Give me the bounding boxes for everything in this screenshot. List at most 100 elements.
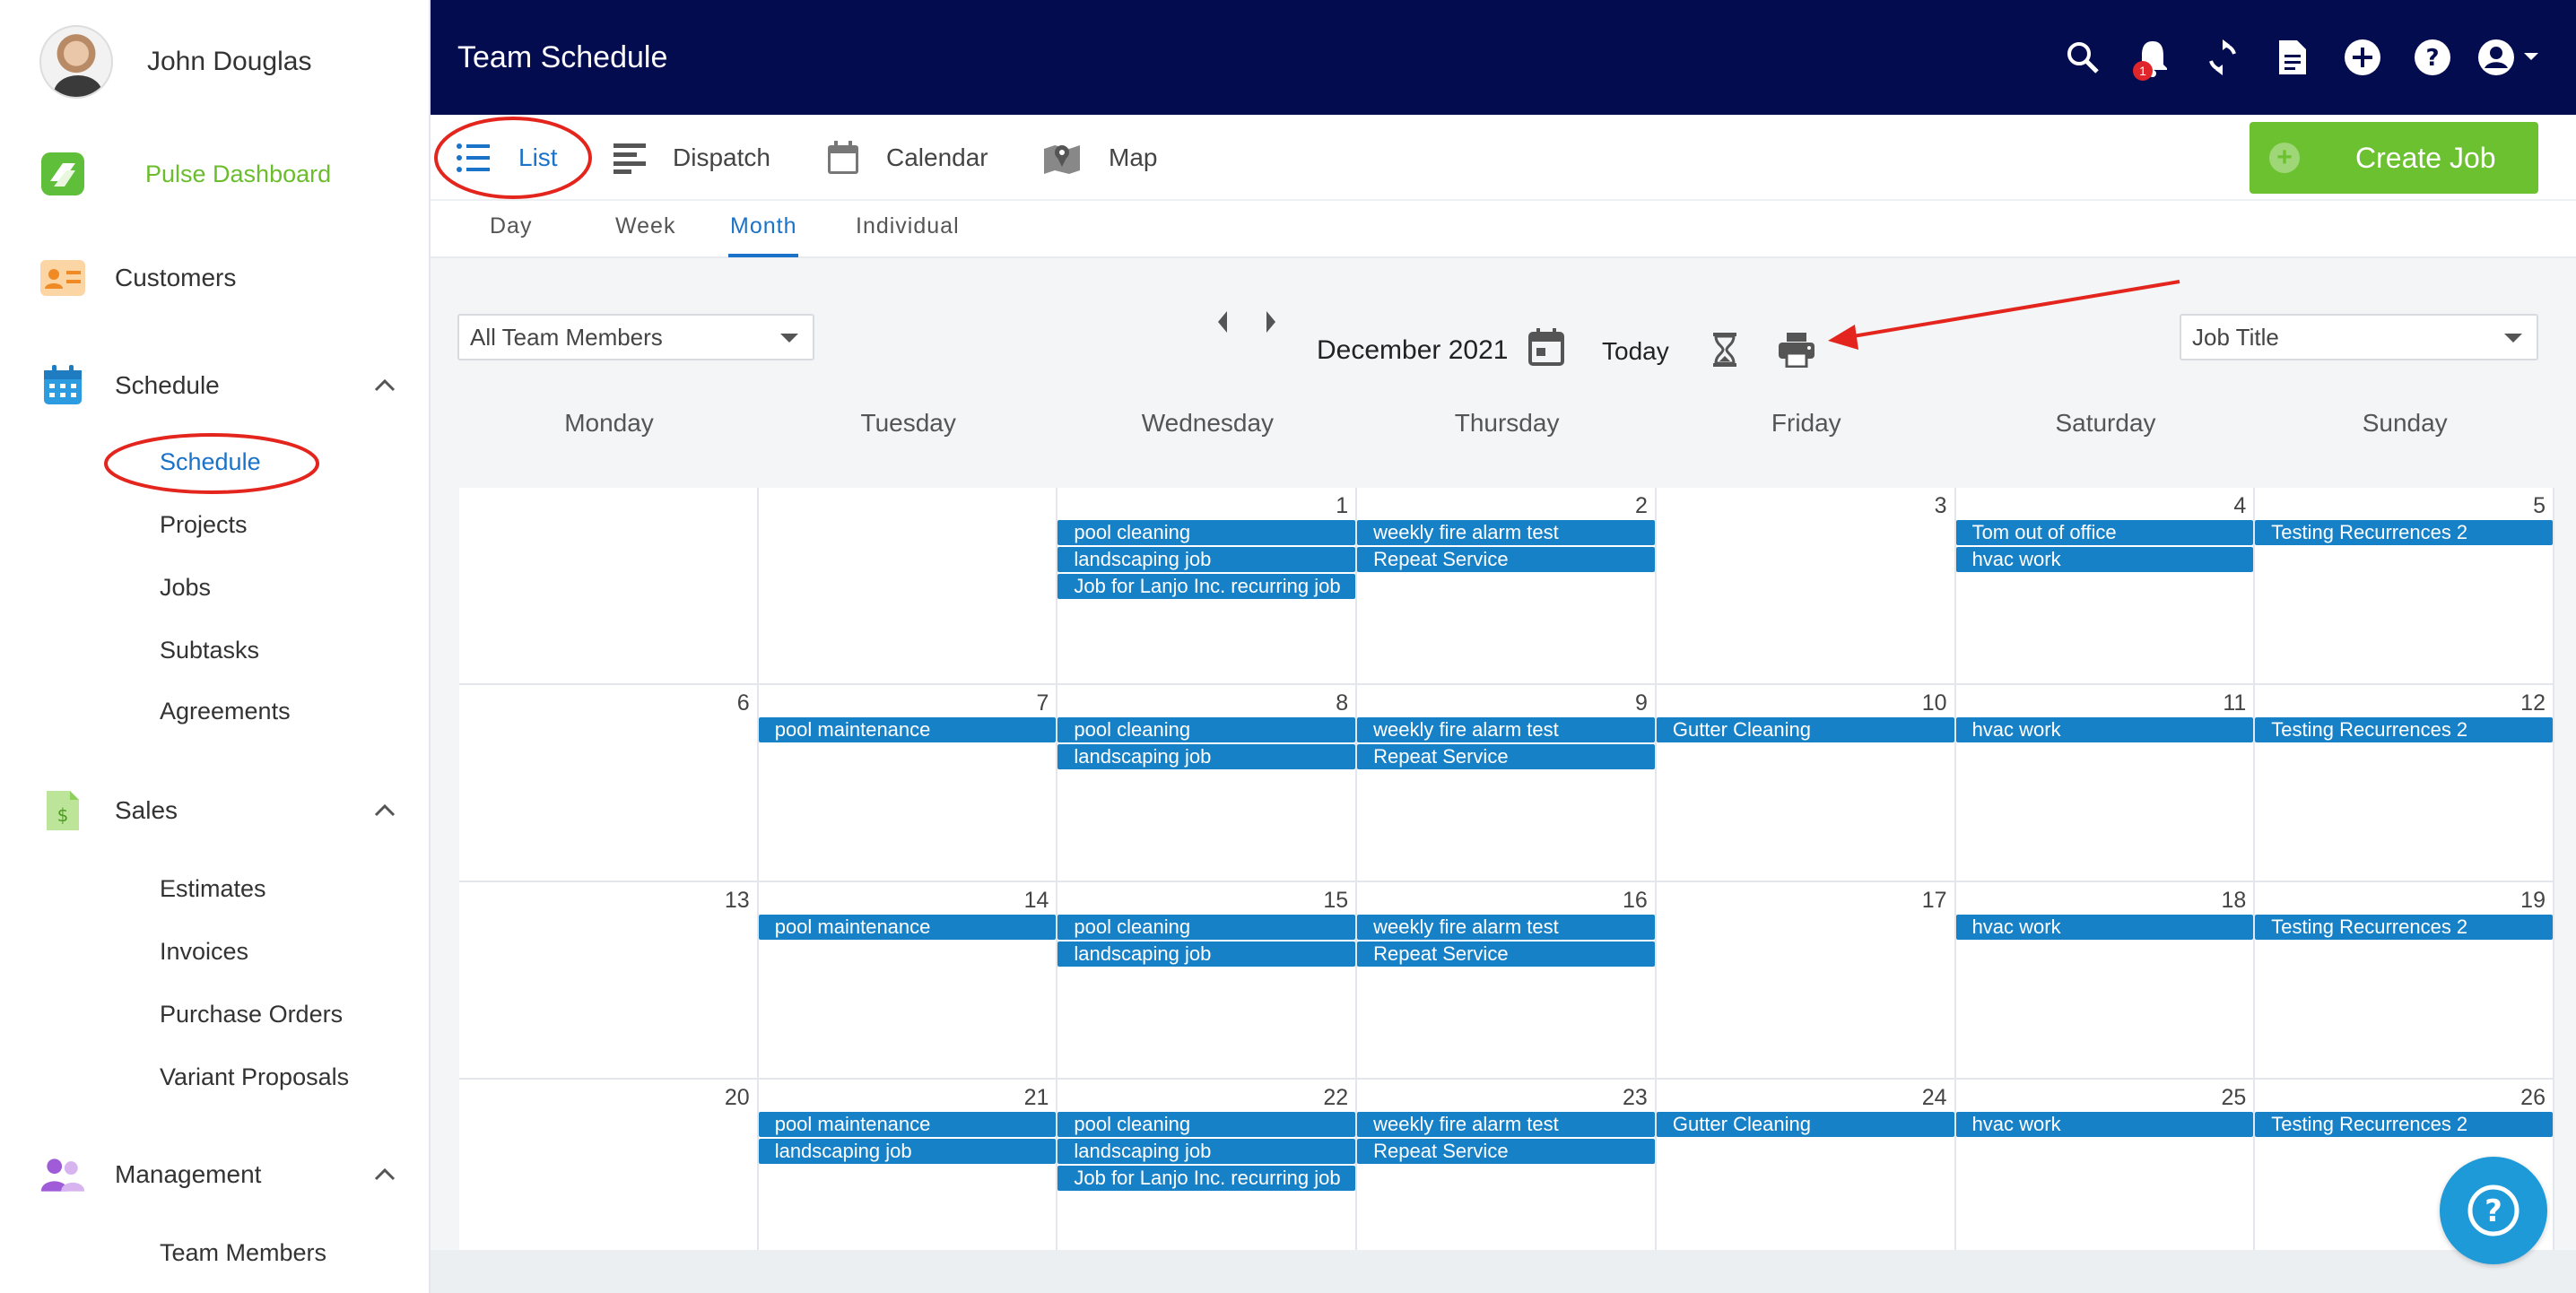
calendar-day-cell[interactable]: 8 pool cleaning landscaping job [1057, 685, 1358, 882]
calendar-day-cell[interactable]: 1 pool cleaning landscaping job Job for Lan… [1057, 488, 1358, 685]
tab-dispatch[interactable]: Dispatch [614, 136, 770, 179]
sidebar-item-customers[interactable]: Customers [39, 255, 398, 301]
sidebar-subitem-agreements[interactable]: Agreements [160, 698, 291, 725]
calendar-day-cell[interactable]: 2 weekly fire alarm test Repeat Service [1357, 488, 1657, 685]
calendar-day-cell[interactable]: 11 hvac work [1955, 685, 2256, 882]
calendar-event[interactable]: weekly fire alarm test [1357, 915, 1655, 940]
help-chat-button[interactable]: ? [2440, 1157, 2547, 1264]
calendar-day-cell[interactable]: 18 hvac work [1955, 882, 2256, 1080]
chevron-up-icon[interactable] [371, 372, 398, 399]
tab-month[interactable]: Month [727, 213, 799, 257]
calendar-event[interactable]: Repeat Service [1357, 942, 1655, 967]
calendar-event[interactable]: landscaping job [1057, 942, 1356, 967]
calendar-event[interactable]: Repeat Service [1357, 744, 1655, 769]
tab-day[interactable]: Day [490, 213, 532, 239]
calendar-event[interactable]: pool cleaning [1057, 1112, 1356, 1137]
sidebar-subitem-jobs[interactable]: Jobs [160, 574, 211, 602]
calendar-event[interactable]: pool maintenance [758, 915, 1057, 940]
sidebar-item-sales[interactable]: $ Sales [39, 787, 398, 834]
sidebar-subitem-team-members[interactable]: Team Members [160, 1239, 326, 1267]
calendar-event[interactable]: weekly fire alarm test [1357, 520, 1655, 545]
sidebar-item-management[interactable]: Management [39, 1151, 398, 1198]
tab-calendar[interactable]: Calendar [827, 136, 988, 179]
today-button[interactable]: Today [1602, 337, 1669, 366]
calendar-event[interactable]: pool maintenance [758, 1112, 1057, 1137]
calendar-event[interactable]: Job for Lanjo Inc. recurring job [1057, 574, 1356, 599]
calendar-day-cell[interactable]: 4 Tom out of office hvac work [1955, 488, 2256, 685]
sidebar-subitem-purchase-orders[interactable]: Purchase Orders [160, 1001, 343, 1028]
calendar-event[interactable]: landscaping job [1057, 744, 1356, 769]
calendar-event[interactable]: pool cleaning [1057, 717, 1356, 742]
calendar-day-cell[interactable]: 21 pool maintenance landscaping job [758, 1080, 1058, 1277]
calendar-event[interactable]: pool maintenance [758, 717, 1057, 742]
calendar-event[interactable]: landscaping job [1057, 1139, 1356, 1164]
sidebar-subitem-variant-proposals[interactable]: Variant Proposals [160, 1063, 349, 1091]
help-icon[interactable]: ? [2407, 32, 2458, 82]
calendar-event[interactable]: Job for Lanjo Inc. recurring job [1057, 1166, 1356, 1191]
calendar-day-cell[interactable]: 7 pool maintenance [758, 685, 1058, 882]
search-icon[interactable] [2058, 32, 2108, 82]
calendar-event[interactable]: Gutter Cleaning [1656, 717, 1954, 742]
chevron-up-icon[interactable] [371, 797, 398, 824]
team-member-select[interactable]: All Team Members [457, 314, 814, 360]
sidebar-subitem-subtasks[interactable]: Subtasks [160, 637, 259, 664]
calendar-event[interactable]: Testing Recurrences 2 [2255, 915, 2553, 940]
sidebar-item-pulse-dashboard[interactable]: Pulse Dashboard [39, 151, 398, 197]
hourglass-icon[interactable] [1711, 332, 1738, 368]
calendar-event[interactable]: Tom out of office [1955, 520, 2254, 545]
calendar-event[interactable]: Repeat Service [1357, 547, 1655, 572]
tab-map[interactable]: Map [1042, 136, 1157, 179]
calendar-day-cell[interactable]: 10 Gutter Cleaning [1656, 685, 1956, 882]
add-circle-icon[interactable] [2337, 32, 2388, 82]
calendar-day-cell[interactable]: 23 weekly fire alarm test Repeat Service [1357, 1080, 1657, 1277]
calendar-event[interactable]: pool cleaning [1057, 520, 1356, 545]
sidebar-subitem-projects[interactable]: Projects [160, 511, 248, 539]
sidebar-subitem-estimates[interactable]: Estimates [160, 875, 266, 903]
calendar-event[interactable]: landscaping job [758, 1139, 1057, 1164]
tab-week[interactable]: Week [615, 213, 675, 239]
calendar-event[interactable]: hvac work [1955, 547, 2254, 572]
tab-individual[interactable]: Individual [856, 213, 960, 239]
sidebar-item-schedule[interactable]: Schedule [39, 362, 398, 409]
tab-list[interactable]: List [456, 136, 558, 179]
calendar-event[interactable]: landscaping job [1057, 547, 1356, 572]
avatar[interactable] [39, 25, 113, 99]
calendar-day-cell[interactable]: 15 pool cleaning landscaping job [1057, 882, 1358, 1080]
calendar-day-cell[interactable]: 12 Testing Recurrences 2 [2255, 685, 2554, 882]
sync-icon[interactable] [2197, 32, 2248, 82]
calendar-day-cell[interactable]: 3 [1656, 488, 1956, 685]
prev-month-button[interactable] [1213, 308, 1232, 335]
bell-icon[interactable]: 1 [2128, 32, 2178, 82]
calendar-day-cell[interactable]: 22 pool cleaning landscaping job Job for La… [1057, 1080, 1358, 1277]
calendar-event[interactable]: hvac work [1955, 915, 2254, 940]
calendar-event[interactable]: Testing Recurrences 2 [2255, 1112, 2553, 1137]
calendar-event[interactable]: Gutter Cleaning [1656, 1112, 1954, 1137]
calendar-event[interactable]: hvac work [1955, 1112, 2254, 1137]
calendar-event[interactable]: weekly fire alarm test [1357, 1112, 1655, 1137]
calendar-day-cell[interactable]: 25 hvac work [1955, 1080, 2256, 1277]
calendar-day-cell[interactable] [459, 488, 759, 685]
calendar-event[interactable]: Testing Recurrences 2 [2255, 520, 2553, 545]
calendar-day-cell[interactable]: 6 [459, 685, 759, 882]
sort-select[interactable]: Job Title [2180, 314, 2538, 360]
sidebar-subitem-invoices[interactable]: Invoices [160, 938, 248, 966]
calendar-event[interactable]: weekly fire alarm test [1357, 717, 1655, 742]
calendar-day-cell[interactable] [758, 488, 1058, 685]
next-month-button[interactable] [1261, 308, 1281, 335]
account-menu-icon[interactable] [2477, 32, 2544, 82]
chevron-up-icon[interactable] [371, 1161, 398, 1188]
calendar-event[interactable]: hvac work [1955, 717, 2254, 742]
calendar-day-cell[interactable]: 14 pool maintenance [758, 882, 1058, 1080]
user-profile[interactable]: John Douglas [39, 25, 311, 99]
calendar-day-cell[interactable]: 9 weekly fire alarm test Repeat Service [1357, 685, 1657, 882]
calendar-event[interactable]: pool cleaning [1057, 915, 1356, 940]
calendar-day-cell[interactable]: 17 [1656, 882, 1956, 1080]
calendar-day-cell[interactable]: 13 [459, 882, 759, 1080]
sidebar-subitem-schedule[interactable]: Schedule [160, 448, 261, 476]
calendar-event[interactable]: Testing Recurrences 2 [2255, 717, 2553, 742]
calendar-picker-icon[interactable] [1528, 328, 1564, 366]
calendar-day-cell[interactable]: 19 Testing Recurrences 2 [2255, 882, 2554, 1080]
calendar-day-cell[interactable]: 16 weekly fire alarm test Repeat Service [1357, 882, 1657, 1080]
calendar-event[interactable]: Repeat Service [1357, 1139, 1655, 1164]
calendar-day-cell[interactable]: 20 [459, 1080, 759, 1277]
